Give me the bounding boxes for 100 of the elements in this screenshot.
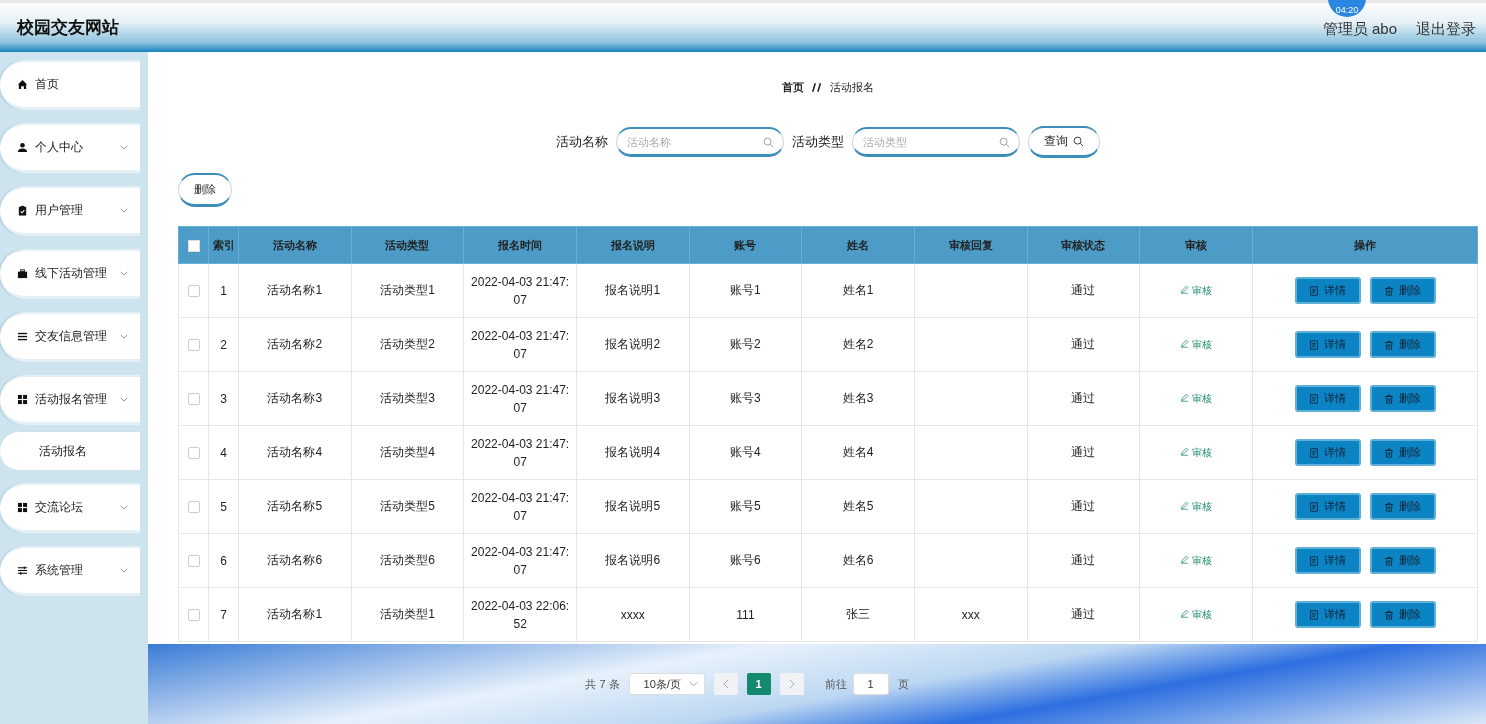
- table-cell: 通过: [1027, 425, 1140, 480]
- sliders-icon: [17, 565, 28, 576]
- review-link[interactable]: 审核: [1180, 501, 1212, 512]
- table-cell: 6: [208, 533, 239, 588]
- row-delete-button[interactable]: 删除: [1369, 385, 1436, 412]
- detail-button[interactable]: 详情: [1294, 385, 1361, 412]
- row-checkbox[interactable]: [187, 285, 200, 298]
- table-cell: 账号4: [689, 425, 802, 480]
- table-cell: xxx: [914, 587, 1028, 642]
- page-button[interactable]: 1: [746, 673, 771, 695]
- row-checkbox[interactable]: [187, 609, 200, 622]
- detail-button[interactable]: 详情: [1294, 493, 1361, 520]
- pencil-icon: [1180, 447, 1190, 456]
- row-delete-button[interactable]: 删除: [1369, 277, 1436, 304]
- table-cell: 账号6: [689, 533, 802, 588]
- document-icon: [1309, 285, 1319, 296]
- document-icon: [1309, 339, 1319, 350]
- table-cell: 活动类型1: [351, 587, 464, 642]
- sidebar-item[interactable]: 系统管理: [0, 546, 140, 596]
- trash-icon: [1384, 339, 1394, 350]
- row-checkbox[interactable]: [187, 501, 200, 514]
- row-delete-button[interactable]: 删除: [1369, 493, 1436, 520]
- logout-link[interactable]: 退出登录: [1416, 20, 1476, 39]
- detail-button[interactable]: 详情: [1294, 439, 1361, 466]
- select-all-checkbox[interactable]: [187, 239, 200, 252]
- table-cell: 活动类型1: [351, 263, 464, 318]
- pencil-icon: [1180, 501, 1190, 510]
- sidebar-item[interactable]: 交流论坛: [0, 483, 140, 533]
- table-header-cell: 姓名: [801, 226, 915, 264]
- detail-button[interactable]: 详情: [1294, 601, 1361, 628]
- detail-button[interactable]: 详情: [1294, 547, 1361, 574]
- row-delete-button[interactable]: 删除: [1369, 547, 1436, 574]
- sidebar-item[interactable]: 个人中心: [0, 123, 140, 173]
- table-header-cell: 审核状态: [1027, 226, 1140, 264]
- review-link[interactable]: 审核: [1180, 447, 1212, 458]
- review-link[interactable]: 审核: [1180, 339, 1212, 350]
- sidebar-item[interactable]: 交友信息管理: [0, 312, 140, 362]
- table-cell: 7: [208, 587, 239, 642]
- field-label: 活动类型: [792, 133, 844, 151]
- review-link[interactable]: 审核: [1180, 555, 1212, 566]
- table-cell: 2: [208, 317, 239, 372]
- table-cell: 2022-04-03 21:47:07: [463, 263, 577, 318]
- trash-icon: [1384, 501, 1394, 512]
- breadcrumb-link[interactable]: 活动报名: [830, 79, 874, 95]
- trash-icon: [1384, 447, 1394, 458]
- row-delete-button[interactable]: 删除: [1369, 331, 1436, 358]
- table-cell: 活动类型4: [351, 425, 464, 480]
- pencil-icon: [1180, 609, 1190, 618]
- detail-button[interactable]: 详情: [1294, 331, 1361, 358]
- query-button[interactable]: 查询: [1028, 126, 1100, 158]
- table-cell: 报名说明5: [576, 479, 690, 534]
- review-link[interactable]: 审核: [1180, 393, 1212, 404]
- sidebar-item[interactable]: 线下活动管理: [0, 249, 140, 299]
- table-cell: 姓名3: [801, 371, 915, 426]
- user-icon: [17, 142, 28, 153]
- row-checkbox[interactable]: [187, 339, 200, 352]
- document-icon: [1309, 501, 1319, 512]
- prev-page-button[interactable]: [713, 673, 738, 695]
- pencil-icon: [1180, 339, 1190, 348]
- search-field[interactable]: 活动名称: [616, 127, 784, 157]
- table-cell: 通过: [1027, 533, 1140, 588]
- delete-button[interactable]: 删除: [178, 173, 232, 207]
- sidebar-item[interactable]: 首页: [0, 60, 140, 110]
- table-cell: 活动类型5: [351, 479, 464, 534]
- table-cell: 2022-04-03 21:47:07: [463, 317, 577, 372]
- table-cell: 5: [208, 479, 239, 534]
- table-cell: 账号3: [689, 371, 802, 426]
- detail-button[interactable]: 详情: [1294, 277, 1361, 304]
- table-cell: 活动名称1: [238, 263, 352, 318]
- chevron-down-icon: [688, 681, 698, 687]
- table-cell: 2022-04-03 21:47:07: [463, 479, 577, 534]
- row-checkbox[interactable]: [187, 555, 200, 568]
- table-cell: 4: [208, 425, 239, 480]
- breadcrumb-link[interactable]: 首页: [782, 79, 804, 95]
- row-delete-button[interactable]: 删除: [1369, 601, 1436, 628]
- table-cell: 活动类型6: [351, 533, 464, 588]
- review-link[interactable]: 审核: [1180, 609, 1212, 620]
- table-cell: 姓名1: [801, 263, 915, 318]
- review-link[interactable]: 审核: [1180, 285, 1212, 296]
- search-field[interactable]: 活动类型: [852, 127, 1020, 157]
- sidebar-subitem[interactable]: 活动报名: [0, 432, 140, 470]
- page-size-select[interactable]: 10条/页: [628, 673, 705, 695]
- next-page-button[interactable]: [779, 673, 804, 695]
- table-header-cell: 活动名称: [238, 226, 352, 264]
- table-header-cell: 报名时间: [463, 226, 577, 264]
- page-input[interactable]: 1: [852, 673, 889, 695]
- document-icon: [1309, 447, 1319, 458]
- row-checkbox[interactable]: [187, 447, 200, 460]
- table-cell: 姓名2: [801, 317, 915, 372]
- sidebar-item[interactable]: 活动报名管理: [0, 375, 140, 425]
- sidebar-item[interactable]: 用户管理: [0, 186, 140, 236]
- table-cell: 活动类型2: [351, 317, 464, 372]
- table-cell: 111: [689, 587, 802, 642]
- row-checkbox[interactable]: [187, 393, 200, 406]
- table-header-cell: 审核: [1139, 226, 1253, 264]
- table-cell: 3: [208, 371, 239, 426]
- trash-icon: [1384, 609, 1394, 620]
- table-cell: 1: [208, 263, 239, 318]
- row-delete-button[interactable]: 删除: [1369, 439, 1436, 466]
- field-label: 活动名称: [556, 133, 608, 151]
